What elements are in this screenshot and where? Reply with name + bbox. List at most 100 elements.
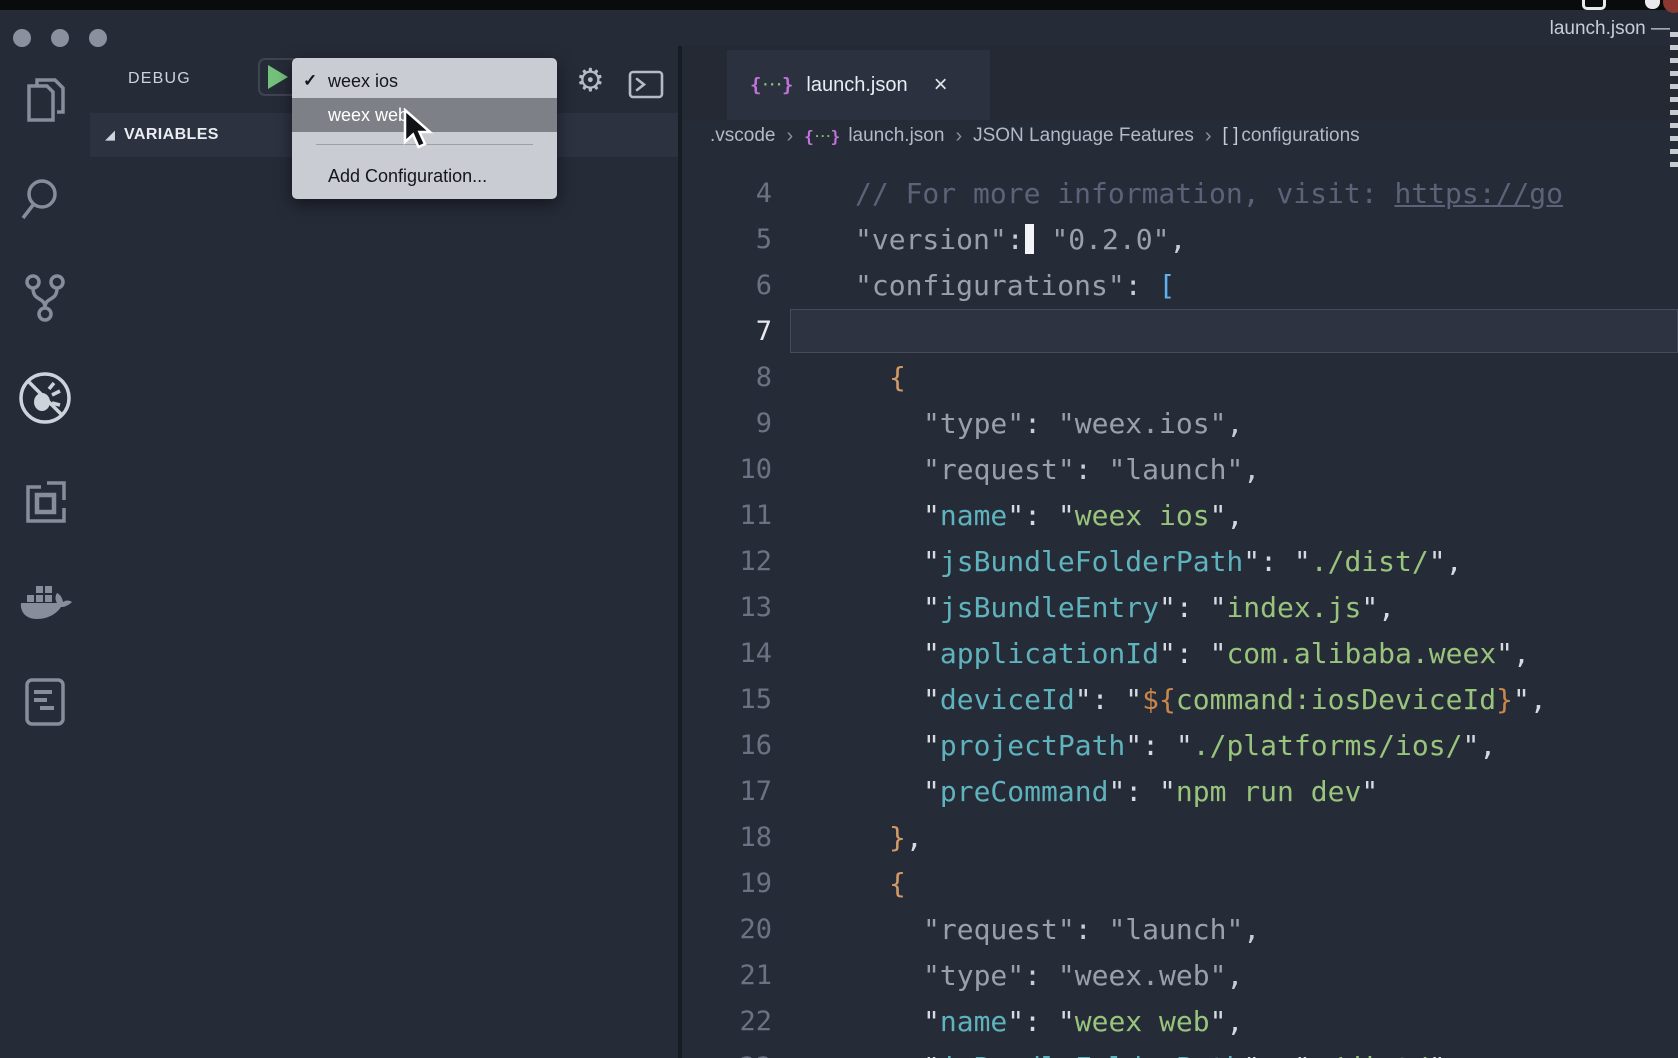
code-line[interactable]: 17 "preCommand": "npm run dev" <box>682 768 1678 814</box>
line-number: 22 <box>739 1005 772 1037</box>
breadcrumb-item--vscode[interactable]: .vscode <box>710 125 775 147</box>
breadcrumb: .vscode › {···} launch.json › JSON Language F… <box>682 120 1678 152</box>
code-line[interactable]: 7 <box>682 308 1678 354</box>
code-token: { <box>889 360 906 394</box>
tab-launch-json[interactable]: {···} launch.json × <box>727 50 990 120</box>
code-token: " <box>923 544 940 578</box>
code-token: " <box>1007 498 1025 532</box>
docker-icon[interactable] <box>0 569 90 633</box>
chevron-right-icon: › <box>786 124 794 147</box>
minimize-window-button[interactable] <box>51 29 69 47</box>
code-token: jsBundleFolderPath <box>939 544 1244 578</box>
line-number: 10 <box>739 453 772 485</box>
code-token: , <box>905 820 923 854</box>
code-token: : <box>1260 1051 1294 1058</box>
code-line[interactable]: 11 "name": "weex ios", <box>682 492 1678 538</box>
line-content: "jsBundleFolderPath": "./dist/", <box>772 545 1462 578</box>
code-line[interactable]: 16 "projectPath": "./platforms/ios/", <box>682 722 1678 768</box>
gear-icon[interactable]: ⚙ <box>576 64 605 96</box>
code-token: } <box>1496 682 1514 716</box>
menu-item-label: weex web <box>328 105 409 125</box>
debug-console-icon[interactable] <box>628 70 664 104</box>
code-line[interactable]: 15 "deviceId": "${command:iosDeviceId}", <box>682 676 1678 722</box>
code-token: "type" <box>923 958 1025 992</box>
close-window-button[interactable] <box>13 29 31 47</box>
code-line[interactable]: 8{ <box>682 354 1678 400</box>
code-token: , <box>1445 544 1463 578</box>
code-token: ./dist/ <box>1311 1051 1429 1058</box>
code-line[interactable]: 19 { <box>682 860 1678 906</box>
explorer-icon[interactable] <box>0 68 90 132</box>
code-token: " <box>1243 1051 1260 1058</box>
code-token: " <box>1125 682 1143 716</box>
json-braces-icon: {···} <box>804 127 841 146</box>
code-token: " <box>1007 1004 1025 1038</box>
code-line[interactable]: 9 "type": "weex.ios", <box>682 400 1678 446</box>
code-line[interactable]: 13 "jsBundleEntry": "index.js", <box>682 584 1678 630</box>
code-token: " <box>1243 544 1261 578</box>
line-number: 16 <box>739 729 772 761</box>
code-token: : <box>1142 728 1176 762</box>
code-token: " <box>1462 728 1480 762</box>
line-number: 11 <box>739 499 772 531</box>
array-brackets-icon: [ ] <box>1222 125 1239 146</box>
code-line[interactable]: 20 "request": "launch", <box>682 906 1678 952</box>
breadcrumb-item-launch-json[interactable]: launch.json <box>848 125 944 147</box>
code-line[interactable]: 14 "applicationId": "com.alibaba.weex", <box>682 630 1678 676</box>
debug-disabled-icon[interactable] <box>0 366 90 430</box>
code-token: deviceId <box>939 682 1075 716</box>
code-token: : <box>1024 958 1058 992</box>
output-icon[interactable] <box>0 670 90 734</box>
code-line[interactable]: 4// For more information, visit: https:/… <box>682 170 1678 216</box>
breadcrumb-item-configurations[interactable]: configurations <box>1241 125 1359 147</box>
code-token: "launch" <box>1108 912 1244 946</box>
search-icon[interactable] <box>0 168 90 232</box>
menu-item-add-configuration[interactable]: Add Configuration... <box>292 159 557 193</box>
code-line[interactable]: 12 "jsBundleFolderPath": "./dist/", <box>682 538 1678 584</box>
code-line[interactable]: 18}, <box>682 814 1678 860</box>
variables-section-label: VARIABLES <box>124 126 219 143</box>
code-token: " <box>1293 544 1311 578</box>
mouse-cursor <box>402 107 434 157</box>
close-tab-icon[interactable]: × <box>934 73 948 97</box>
code-token: ./platforms/ios/ <box>1192 728 1463 762</box>
code-token: , <box>1479 728 1497 762</box>
line-content: "request": "launch", <box>772 453 1260 486</box>
code-token: index.js <box>1226 590 1362 624</box>
line-content: "version": "0.2.0", <box>772 223 1186 256</box>
code-line[interactable]: 21 "type": "weex.web", <box>682 952 1678 998</box>
extensions-icon[interactable] <box>0 469 90 533</box>
chevron-right-icon: › <box>955 124 963 147</box>
code-line[interactable]: 23"jsBundleFolderPath": "./dist/", <box>682 1044 1678 1058</box>
zoom-window-button[interactable] <box>89 29 107 47</box>
line-number: 9 <box>755 407 772 439</box>
menubar-partial-icon <box>1645 0 1660 9</box>
window-title: launch.json — <box>1549 18 1670 39</box>
titlebar: launch.json — <box>0 10 1678 47</box>
menu-item-weex-ios[interactable]: ✓ weex ios <box>292 64 557 98</box>
code-line[interactable]: 10 "request": "launch", <box>682 446 1678 492</box>
code-line[interactable]: 22 "name": "weex web", <box>682 998 1678 1044</box>
chevron-right-icon: › <box>1204 124 1212 147</box>
code-token: " <box>1159 590 1176 624</box>
code-token: "weex.ios" <box>1057 406 1227 440</box>
line-content: "configurations": [ <box>772 269 1175 302</box>
line-number: 18 <box>739 821 772 853</box>
line-number: 23 <box>682 1052 772 1058</box>
code-token: " <box>1074 682 1092 716</box>
code-line[interactable]: 5 "version": "0.2.0", <box>682 216 1678 262</box>
code-token: ./dist/ <box>1310 544 1429 578</box>
code-token: https://go <box>1394 176 1564 210</box>
code-line[interactable]: 6 "configurations": [ <box>682 262 1678 308</box>
line-content: "deviceId": "${command:iosDeviceId}", <box>772 683 1547 716</box>
line-number: 13 <box>739 591 772 623</box>
code-token: preCommand <box>939 774 1109 808</box>
breadcrumb-item-json-language-features[interactable]: JSON Language Features <box>973 125 1194 147</box>
line-number: 15 <box>739 683 772 715</box>
code-editor[interactable]: 4// For more information, visit: https:/… <box>682 152 1678 1058</box>
code-token: applicationId <box>939 636 1160 670</box>
tab-strip: {···} launch.json × <box>682 46 1678 120</box>
source-control-icon[interactable] <box>0 266 90 330</box>
line-number: 14 <box>739 637 772 669</box>
line-number: 21 <box>739 959 772 991</box>
